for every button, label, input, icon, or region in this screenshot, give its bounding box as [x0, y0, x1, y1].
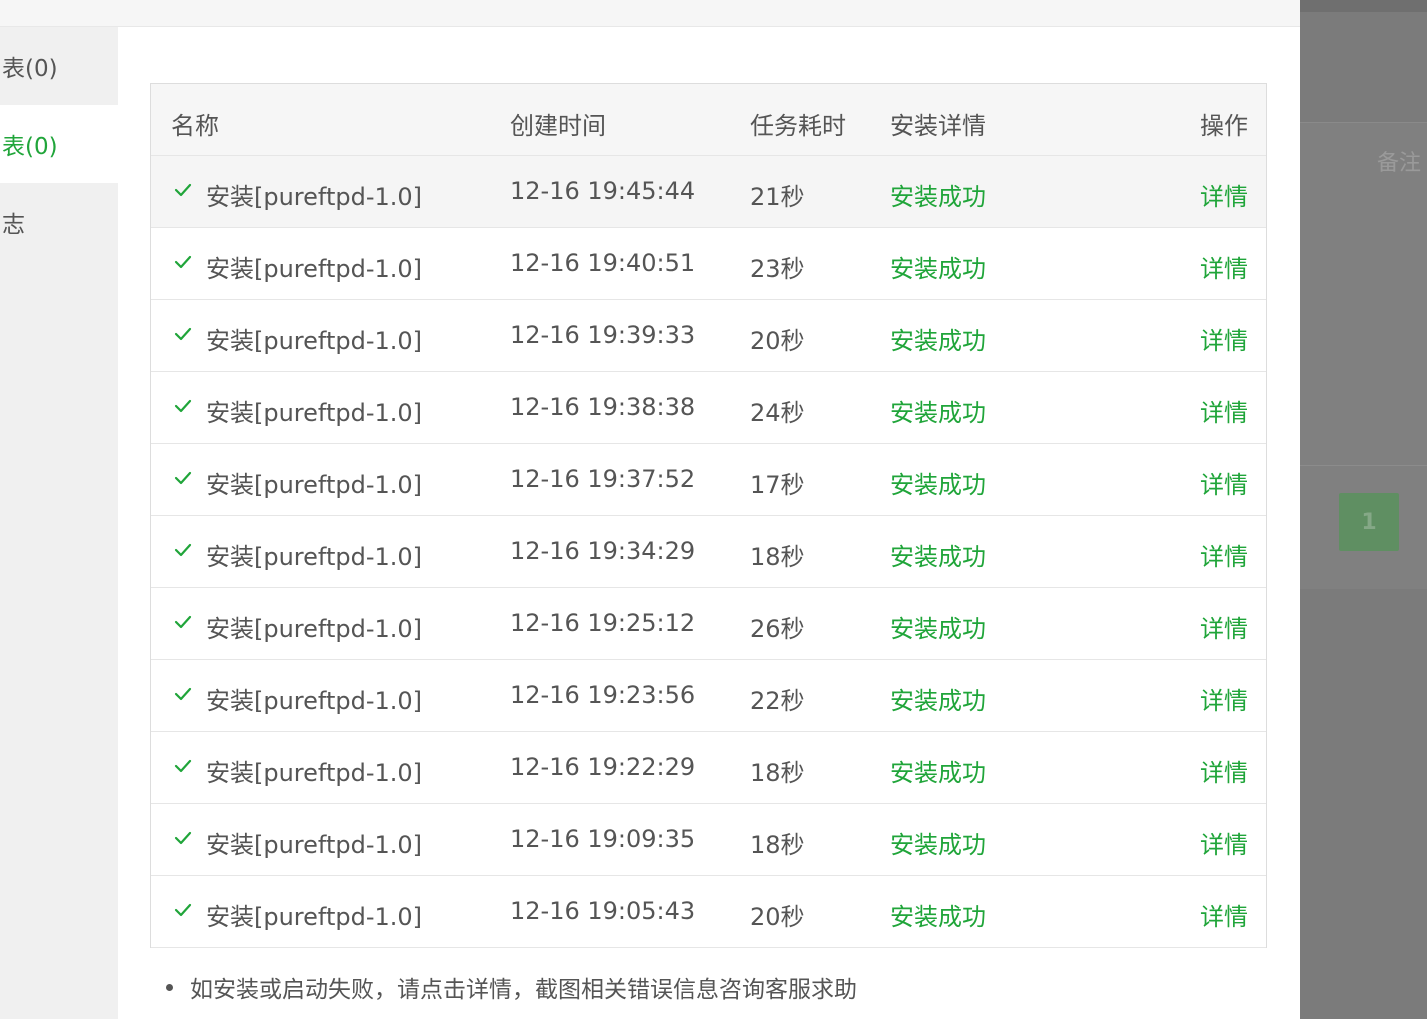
background-divider: [1300, 465, 1427, 466]
cell-duration: 23秒: [750, 255, 805, 283]
check-icon: [174, 399, 192, 413]
check-icon: [174, 903, 192, 917]
cell-name: 安装[pureftpd-1.0]: [206, 687, 423, 715]
cell-duration: 20秒: [750, 327, 805, 355]
detail-link[interactable]: 详情: [1200, 753, 1248, 788]
cell-duration: 17秒: [750, 471, 805, 499]
cell-duration: 22秒: [750, 687, 805, 715]
cell-duration: 18秒: [750, 759, 805, 787]
cell-status: 安装成功: [890, 543, 986, 571]
sidebar-item-log[interactable]: 志: [0, 183, 118, 261]
detail-link[interactable]: 详情: [1200, 825, 1248, 860]
detail-link[interactable]: 详情: [1200, 897, 1248, 932]
table-header: 名称 创建时间 任务耗时 安装详情 操作: [151, 84, 1266, 156]
cell-created: 12-16 19:38:38: [510, 393, 696, 421]
cell-duration: 24秒: [750, 399, 805, 427]
detail-link[interactable]: 详情: [1200, 681, 1248, 716]
detail-link[interactable]: 详情: [1200, 177, 1248, 212]
cell-created: 12-16 19:45:44: [510, 177, 696, 205]
background-header: [1300, 0, 1427, 12]
cell-created: 12-16 19:09:35: [510, 825, 696, 853]
detail-link[interactable]: 详情: [1200, 537, 1248, 572]
cell-created: 12-16 19:05:43: [510, 897, 696, 925]
table-row: 安装[pureftpd-1.0] 12-16 19:45:44 21秒 安装成功 详情: [151, 156, 1266, 228]
cell-name: 安装[pureftpd-1.0]: [206, 831, 423, 859]
cell-duration: 26秒: [750, 615, 805, 643]
cell-duration: 21秒: [750, 183, 805, 211]
cell-status: 安装成功: [890, 183, 986, 211]
cell-status: 安装成功: [890, 687, 986, 715]
header-name: 名称: [171, 112, 219, 140]
background-page-button: 1: [1339, 493, 1399, 551]
cell-name: 安装[pureftpd-1.0]: [206, 471, 423, 499]
detail-link[interactable]: 详情: [1200, 393, 1248, 428]
table-row: 安装[pureftpd-1.0] 12-16 19:09:35 18秒 安装成功 详情: [151, 804, 1266, 876]
check-icon: [174, 543, 192, 557]
task-list-modal: 表(0) 表(0) 志 名称 创建时间 任务耗时 安装详情 操作 安装[pure…: [0, 0, 1300, 1019]
modal-sidebar: 表(0) 表(0) 志: [0, 27, 118, 1019]
cell-name: 安装[pureftpd-1.0]: [206, 183, 423, 211]
help-note-text: 如安装或启动失败，请点击详情，截图相关错误信息咨询客服求助: [190, 977, 857, 1003]
check-icon: [174, 183, 192, 197]
cell-name: 安装[pureftpd-1.0]: [206, 615, 423, 643]
header-detail: 安装详情: [890, 112, 986, 140]
table-row: 安装[pureftpd-1.0] 12-16 19:22:29 18秒 安装成功 详情: [151, 732, 1266, 804]
cell-created: 12-16 19:22:29: [510, 753, 696, 781]
cell-status: 安装成功: [890, 759, 986, 787]
check-icon: [174, 471, 192, 485]
cell-created: 12-16 19:23:56: [510, 681, 696, 709]
cell-status: 安装成功: [890, 255, 986, 283]
cell-name: 安装[pureftpd-1.0]: [206, 903, 423, 931]
cell-duration: 20秒: [750, 903, 805, 931]
cell-created: 12-16 19:34:29: [510, 537, 696, 565]
help-note: 如安装或启动失败，请点击详情，截图相关错误信息咨询客服求助: [166, 970, 857, 1004]
table-row: 安装[pureftpd-1.0] 12-16 19:05:43 20秒 安装成功 详情: [151, 876, 1266, 948]
background-page: 备注 1: [1300, 0, 1427, 1019]
cell-name: 安装[pureftpd-1.0]: [206, 543, 423, 571]
table-row: 安装[pureftpd-1.0] 12-16 19:34:29 18秒 安装成功 详情: [151, 516, 1266, 588]
cell-created: 12-16 19:40:51: [510, 249, 696, 277]
cell-status: 安装成功: [890, 327, 986, 355]
cell-status: 安装成功: [890, 615, 986, 643]
check-icon: [174, 255, 192, 269]
background-note-header: 备注: [1376, 151, 1421, 176]
table-row: 安装[pureftpd-1.0] 12-16 19:25:12 26秒 安装成功 详情: [151, 588, 1266, 660]
cell-duration: 18秒: [750, 831, 805, 859]
detail-link[interactable]: 详情: [1200, 249, 1248, 284]
cell-status: 安装成功: [890, 399, 986, 427]
cell-created: 12-16 19:25:12: [510, 609, 696, 637]
header-action: 操作: [1200, 112, 1248, 140]
table-row: 安装[pureftpd-1.0] 12-16 19:39:33 20秒 安装成功 详情: [151, 300, 1266, 372]
check-icon: [174, 831, 192, 845]
cell-name: 安装[pureftpd-1.0]: [206, 759, 423, 787]
check-icon: [174, 327, 192, 341]
cell-name: 安装[pureftpd-1.0]: [206, 255, 423, 283]
header-created: 创建时间: [510, 112, 606, 140]
header-duration: 任务耗时: [750, 112, 846, 140]
cell-created: 12-16 19:39:33: [510, 321, 696, 349]
table-row: 安装[pureftpd-1.0] 12-16 19:38:38 24秒 安装成功 详情: [151, 372, 1266, 444]
task-table: 名称 创建时间 任务耗时 安装详情 操作 安装[pureftpd-1.0] 12-…: [150, 83, 1267, 948]
table-row: 安装[pureftpd-1.0] 12-16 19:40:51 23秒 安装成功 详情: [151, 228, 1266, 300]
table-row: 安装[pureftpd-1.0] 12-16 19:23:56 22秒 安装成功 详情: [151, 660, 1266, 732]
table-row: 安装[pureftpd-1.0] 12-16 19:37:52 17秒 安装成功 详情: [151, 444, 1266, 516]
cell-created: 12-16 19:37:52: [510, 465, 696, 493]
cell-duration: 18秒: [750, 543, 805, 571]
cell-name: 安装[pureftpd-1.0]: [206, 327, 423, 355]
detail-link[interactable]: 详情: [1200, 465, 1248, 500]
check-icon: [174, 615, 192, 629]
cell-name: 安装[pureftpd-1.0]: [206, 399, 423, 427]
sidebar-item-task-list[interactable]: 表(0): [0, 27, 118, 105]
modal-header: [0, 0, 1300, 27]
cell-status: 安装成功: [890, 831, 986, 859]
bullet-icon: [166, 983, 173, 991]
detail-link[interactable]: 详情: [1200, 609, 1248, 644]
cell-status: 安装成功: [890, 471, 986, 499]
check-icon: [174, 759, 192, 773]
sidebar-item-message-list[interactable]: 表(0): [0, 105, 118, 183]
check-icon: [174, 687, 192, 701]
cell-status: 安装成功: [890, 903, 986, 931]
detail-link[interactable]: 详情: [1200, 321, 1248, 356]
